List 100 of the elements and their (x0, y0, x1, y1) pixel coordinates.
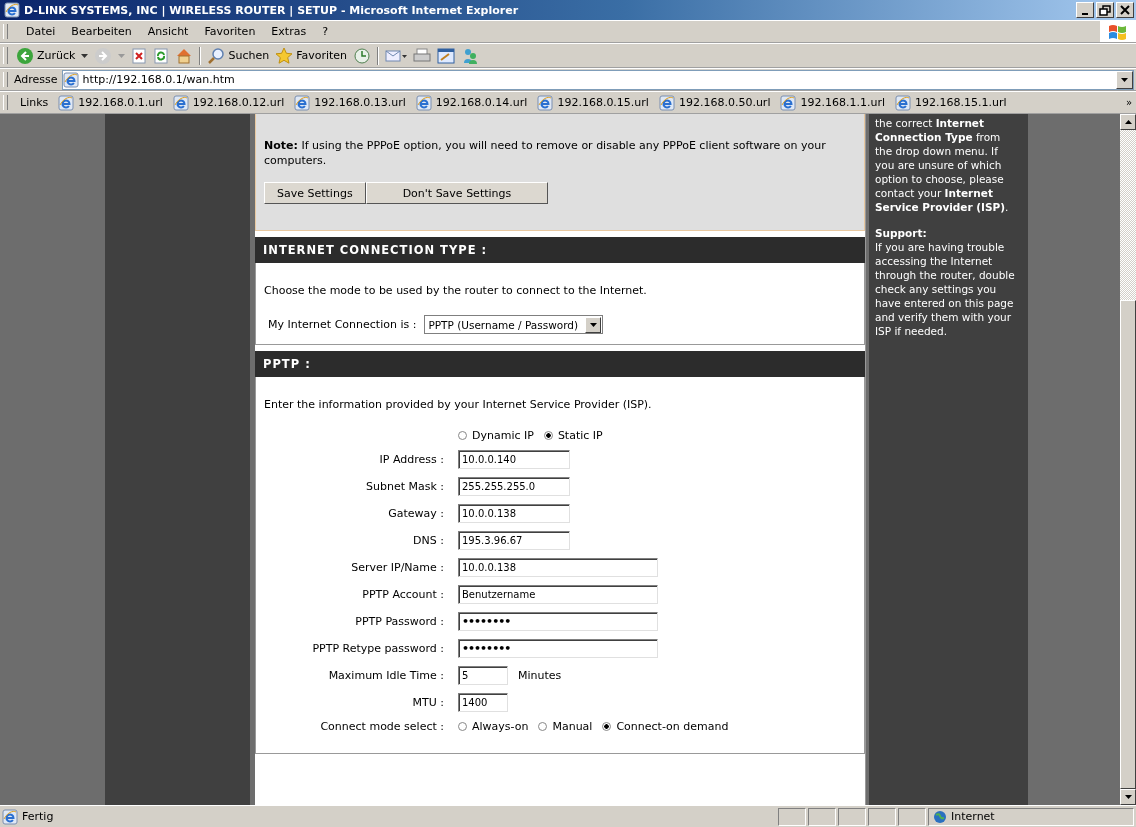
field-label: DNS : (412, 534, 444, 547)
field-label: Connect mode select : (319, 720, 444, 733)
close-icon[interactable] (1118, 3, 1132, 17)
browser-page-icon (62, 71, 79, 88)
field-label: Subnet Mask : (364, 480, 444, 493)
favorites-button[interactable]: Favoriten (275, 46, 348, 65)
link-item[interactable]: 192.168.0.12.url (172, 94, 285, 111)
field-label: PPTP Password : (354, 615, 444, 628)
search-button[interactable]: Suchen (207, 46, 270, 65)
restore-icon[interactable] (1098, 3, 1112, 17)
window-title: D-LINK SYSTEMS, INC | WIRELESS ROUTER | SETUP - Microsoft Internet Explorer (24, 3, 519, 17)
search-icon (207, 46, 226, 65)
input-field[interactable]: 1400 (458, 693, 508, 712)
menu-item[interactable]: Extras (271, 25, 307, 38)
back-button[interactable]: Zurück (16, 46, 76, 65)
note-text: Note: If using the PPPoE option, you will need to remove or disable any PPPoE client software on your computers. (264, 138, 827, 168)
link-item[interactable]: 192.168.0.14.url (415, 94, 528, 111)
password-field[interactable]: •••••••• (458, 639, 658, 658)
browser-page-icon (294, 94, 311, 111)
form-button[interactable]: Don't Save Settings (365, 182, 549, 204)
zone-status: Internet (928, 807, 1134, 826)
help-text: the correct Internet Connection Type from the drop down menu. If you are unsure of which option to choose, please contact your Internet Service Provider (ISP). (875, 116, 1010, 214)
input-field[interactable]: 195.3.96.67 (458, 531, 570, 550)
radio-button[interactable] (543, 431, 553, 440)
radio-option[interactable]: Connect-on demand (602, 720, 729, 733)
menu-item[interactable]: ? (322, 25, 328, 38)
field-label: PPTP Account : (361, 588, 444, 601)
status-pane (808, 807, 836, 826)
link-item[interactable]: 192.168.0.15.url (537, 94, 649, 111)
input-field[interactable]: 5 (458, 666, 508, 685)
browser-page-icon (2, 808, 18, 825)
browser-page-icon (172, 94, 189, 111)
caret-icon (589, 322, 597, 327)
link-item[interactable]: 192.168.0.1.url (58, 94, 163, 111)
stop-icon[interactable] (131, 47, 148, 64)
radio-button[interactable] (458, 722, 467, 731)
input-field[interactable]: 10.0.0.138 (458, 558, 658, 577)
more-links-button[interactable]: » (1125, 97, 1136, 108)
menu-item[interactable]: Favoriten (204, 25, 256, 38)
star-icon (275, 46, 294, 65)
browser-page-icon (780, 94, 797, 111)
down-arrow-icon (1124, 795, 1132, 799)
history-icon[interactable] (353, 46, 372, 65)
refresh-icon[interactable] (153, 47, 170, 64)
status-text: Fertig (2, 808, 776, 825)
field-label: PPTP Retype password : (311, 642, 444, 655)
browser-page-icon (895, 94, 911, 111)
form-button[interactable]: Save Settings (264, 182, 366, 204)
browser-page-icon (537, 94, 554, 111)
field-label: My Internet Connection is : (268, 318, 417, 331)
input-field[interactable]: 255.255.255.0 (458, 477, 570, 496)
input-field[interactable]: 10.0.0.138 (458, 504, 570, 523)
print-icon[interactable] (413, 47, 432, 64)
address-label: Adresse (14, 73, 58, 86)
up-arrow-icon (1124, 120, 1132, 124)
description-text: Choose the mode to be used by the router to connect to the Internet. (264, 284, 648, 297)
field-label: IP Address : (378, 453, 444, 466)
dropdown-button[interactable] (1116, 70, 1133, 89)
status-pane (898, 807, 926, 826)
radio-option[interactable]: Always-on (458, 720, 529, 733)
edit-icon[interactable] (437, 47, 456, 64)
browser-page-icon (658, 94, 675, 111)
connection-select[interactable]: PPTP (Username / Password) (424, 315, 604, 334)
unit-label: Minutes (518, 669, 562, 682)
radio-option[interactable]: Static IP (543, 429, 603, 442)
link-item[interactable]: 192.168.1.1.url (780, 94, 885, 111)
browser-page-icon (415, 94, 432, 111)
menu-item[interactable]: Bearbeiten (71, 25, 132, 38)
radio-option[interactable]: Dynamic IP (458, 429, 534, 442)
status-pane (868, 807, 896, 826)
globe-icon (933, 809, 947, 824)
input-field[interactable]: 10.0.0.140 (458, 450, 570, 469)
scroll-thumb[interactable] (1120, 300, 1136, 789)
link-item[interactable]: 192.168.0.13.url (294, 94, 406, 111)
description-text: Enter the information provided by your Internet Service Provider (ISP). (264, 398, 653, 411)
menu-item[interactable]: Datei (26, 25, 56, 38)
radio-option[interactable]: Manual (538, 720, 593, 733)
address-field[interactable]: http://192.168.0.1/wan.htm (61, 69, 1134, 90)
help-text: Support: If you are having trouble accessing the Internet through the router, double check any settings you have entered on this page and verify them with your ISP if needed. (875, 226, 1016, 338)
radio-button[interactable] (538, 722, 548, 731)
status-pane (838, 807, 866, 826)
link-item[interactable]: 192.168.15.1.url (895, 94, 1007, 111)
radio-button[interactable] (602, 722, 612, 731)
input-field[interactable]: Benutzername (458, 585, 658, 604)
link-item[interactable]: 192.168.0.50.url (658, 94, 771, 111)
mail-icon[interactable] (385, 47, 408, 64)
menu-item[interactable]: Ansicht (147, 25, 189, 38)
password-field[interactable]: •••••••• (458, 612, 658, 631)
status-pane (778, 807, 806, 826)
caret-icon (1121, 77, 1128, 82)
field-label: MTU : (411, 696, 444, 709)
section-header: PPTP : (255, 351, 865, 377)
field-label: Gateway : (387, 507, 444, 520)
browser-page-icon (58, 94, 75, 111)
home-icon[interactable] (175, 46, 194, 65)
dropdown-caret-icon[interactable] (81, 53, 89, 58)
field-label: Maximum Idle Time : (327, 669, 444, 682)
scrollbar[interactable] (1120, 114, 1136, 805)
browser-page-icon (4, 2, 20, 18)
radio-button[interactable] (458, 431, 467, 440)
